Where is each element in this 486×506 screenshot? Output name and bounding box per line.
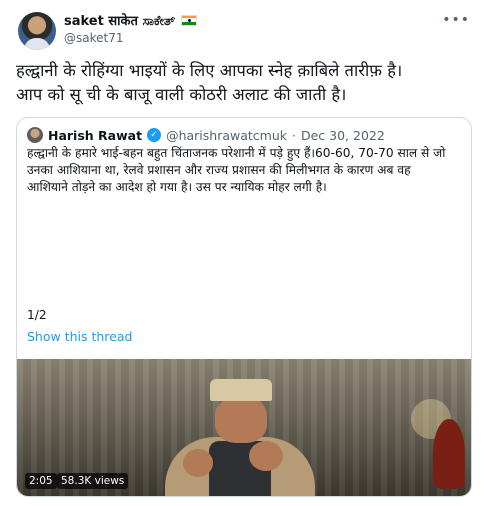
quoted-tweet-header: Harish Rawat ✓ @harishrawatcmuk · Dec 30… <box>27 126 385 144</box>
quoted-text-line: आशियाने तोड़ने का आदेश हो गया है। उस पर … <box>27 180 327 194</box>
india-flag-icon <box>181 14 198 26</box>
quoted-author-handle[interactable]: @harishrawatcmuk <box>166 128 287 143</box>
video-player[interactable]: 2:05 58.3K views <box>17 359 471 496</box>
quoted-author-avatar[interactable] <box>27 127 43 143</box>
tweet-text-line: आप को सू ची के बाजू वाली कोठरी अलाट की ज… <box>16 85 347 104</box>
tweet-text: हल्द्वानी के रोहिंग्या भाइयों के लिए आपक… <box>16 59 478 107</box>
thread-count: 1/2 <box>27 308 47 322</box>
author-avatar[interactable] <box>18 12 56 50</box>
quoted-text-line: हल्द्वानी के हमारे भाई-बहन बहुत चिंताजनक… <box>27 146 446 160</box>
tweet-text-line: हल्द्वानी के रोहिंग्या भाइयों के लिए आपक… <box>16 61 403 80</box>
more-dots-icon[interactable]: ••• <box>442 12 470 28</box>
quoted-tweet-text: हल्द्वानी के हमारे भाई-बहन बहुत चिंताजनक… <box>27 145 463 196</box>
meta-separator: · <box>292 127 296 143</box>
author-handle[interactable]: @saket71 <box>64 31 123 45</box>
video-duration: 2:05 <box>25 473 57 489</box>
author-name-row: saket साकेत ಸಾಕೇತ್ <box>64 11 198 29</box>
quoted-author-name[interactable]: Harish Rawat <box>48 128 142 143</box>
video-speaker <box>147 379 347 496</box>
quoted-tweet[interactable]: Harish Rawat ✓ @harishrawatcmuk · Dec 30… <box>16 117 472 497</box>
quoted-text-line: उनका आशियाना था, रेलवे प्रशासन और राज्य … <box>27 163 411 177</box>
verified-badge-icon: ✓ <box>147 128 162 142</box>
show-thread-link[interactable]: Show this thread <box>27 329 132 344</box>
video-views: 58.3K views <box>57 473 129 489</box>
quoted-tweet-date[interactable]: Dec 30, 2022 <box>301 128 385 143</box>
lamp <box>433 419 465 489</box>
tweet-card[interactable]: saket साकेत ಸಾಕೇತ್ @saket71 ••• हल्द्वान… <box>0 0 486 506</box>
author-display-name[interactable]: saket साकेत ಸಾಕೇತ್ <box>64 11 175 29</box>
